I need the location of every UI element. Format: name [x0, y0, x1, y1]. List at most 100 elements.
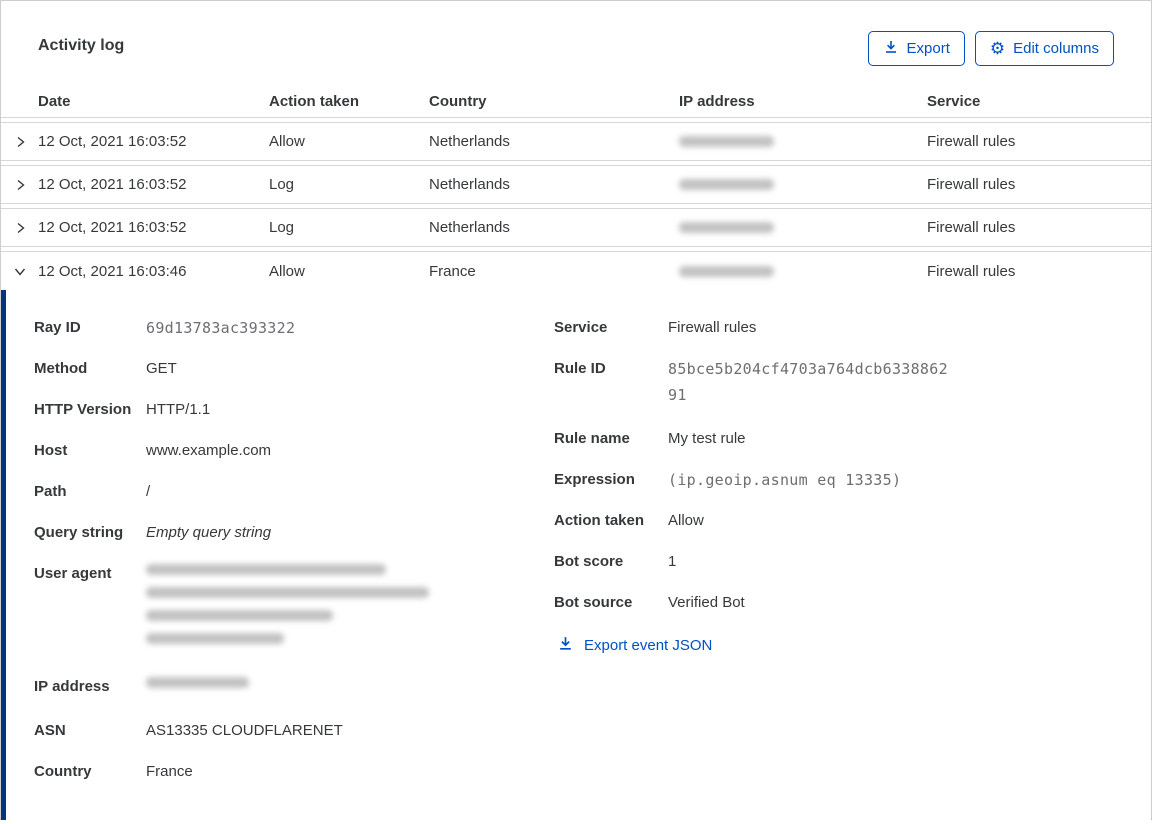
export-event-json-link[interactable]: Export event JSON	[557, 635, 712, 656]
detail-field-ip-address: IP address	[34, 677, 554, 700]
detail-field-path: Path /	[34, 482, 554, 502]
cell-service: Firewall rules	[927, 262, 1016, 280]
cell-date: 12 Oct, 2021 16:03:52	[38, 219, 187, 236]
redacted-blur	[679, 179, 774, 190]
detail-field-label: Rule ID	[554, 360, 606, 377]
detail-field-label: Path	[34, 483, 67, 500]
detail-field-label: Country	[34, 763, 92, 780]
detail-field-value: www.example.com	[146, 442, 272, 459]
detail-field-action-taken: Action taken Allow	[554, 511, 1114, 531]
cell-country: Netherlands	[429, 219, 510, 236]
toolbar: Export ⚙ Edit columns	[867, 31, 1114, 66]
detail-field-label: User agent	[34, 565, 112, 582]
download-icon	[557, 635, 574, 656]
redacted-blur	[146, 677, 249, 688]
cell-ip-address-redacted	[679, 179, 927, 190]
table-row[interactable]: 12 Oct, 2021 16:03:46 Allow France Firewall…	[1, 251, 1151, 290]
cell-action-taken: Allow	[269, 262, 305, 280]
detail-field-label: Bot source	[554, 594, 633, 611]
detail-field-label: Rule name	[554, 430, 630, 447]
export-button[interactable]: Export	[867, 31, 965, 66]
detail-field-bot-source: Bot source Verified Bot	[554, 593, 1114, 613]
detail-field-rule-id: Rule ID 85bce5b204cf4703a764dcb633886291	[554, 359, 1114, 408]
column-header-ip-address: IP address	[679, 92, 755, 110]
cell-service: Firewall rules	[927, 176, 1016, 193]
header: Activity log Export ⚙ Edit columns	[1, 1, 1151, 85]
detail-field-ray-id: Ray ID 69d13783ac393322	[34, 318, 554, 338]
detail-field-value: Allow	[668, 512, 704, 529]
detail-column-right: Service Firewall rules Rule ID 85bce5b204cf…	[554, 318, 1114, 820]
edit-columns-button[interactable]: ⚙ Edit columns	[974, 31, 1114, 66]
cell-country: Netherlands	[429, 176, 510, 193]
column-header-action-taken: Action taken	[269, 92, 360, 110]
detail-field-label: Host	[34, 442, 68, 459]
detail-field-label: IP address	[34, 678, 110, 695]
expanded-event-details: Ray ID 69d13783ac393322 Method GET HTTP Vers…	[1, 290, 1151, 820]
detail-field-label: Bot score	[554, 553, 624, 570]
activity-log-panel: Activity log Export ⚙ Edit columns Date A…	[0, 0, 1152, 820]
detail-field-value: Empty query string	[146, 524, 272, 541]
export-event-json-label: Export event JSON	[584, 637, 713, 654]
column-header-service: Service	[927, 92, 981, 110]
cell-action-taken: Log	[269, 176, 295, 193]
cell-service: Firewall rules	[927, 133, 1016, 150]
cell-service: Firewall rules	[927, 219, 1016, 236]
redacted-blur	[679, 136, 774, 147]
detail-field-label: Query string	[34, 524, 124, 541]
detail-field-value	[146, 564, 429, 656]
detail-field-label: Method	[34, 360, 88, 377]
detail-field-http-version: HTTP Version HTTP/1.1	[34, 400, 554, 420]
detail-field-method: Method GET	[34, 359, 554, 379]
detail-field-host: Host www.example.com	[34, 441, 554, 461]
cell-date: 12 Oct, 2021 16:03:52	[38, 176, 187, 193]
chevron-down-icon[interactable]	[1, 264, 38, 278]
detail-field-value: My test rule	[668, 430, 746, 447]
redacted-blur	[146, 633, 284, 644]
chevron-right-icon[interactable]	[1, 135, 38, 149]
detail-field-value: /	[146, 483, 151, 500]
table-row[interactable]: 12 Oct, 2021 16:03:52 Log Netherlands Firew…	[1, 165, 1151, 204]
detail-field-country: Country France	[34, 762, 554, 782]
chevron-right-icon[interactable]	[1, 221, 38, 235]
export-button-label: Export	[906, 40, 950, 57]
detail-field-value: Verified Bot	[668, 594, 745, 611]
edit-columns-button-label: Edit columns	[1013, 40, 1099, 57]
cell-country: France	[429, 262, 476, 280]
redacted-blur	[679, 265, 774, 277]
download-icon	[883, 39, 899, 59]
page-title: Activity log	[38, 37, 125, 54]
redacted-blur	[679, 222, 774, 233]
table-row[interactable]: 12 Oct, 2021 16:03:52 Allow Netherlands Fir…	[1, 122, 1151, 161]
cell-date: 12 Oct, 2021 16:03:46	[38, 262, 187, 280]
detail-field-bot-score: Bot score 1	[554, 552, 1114, 572]
detail-field-value: AS13335 CLOUDFLARENET	[146, 722, 343, 739]
detail-field-user-agent: User agent	[34, 564, 554, 656]
detail-field-label: Service	[554, 319, 608, 336]
chevron-right-icon[interactable]	[1, 178, 38, 192]
cell-ip-address-redacted	[679, 222, 927, 233]
detail-field-value	[146, 677, 249, 700]
redacted-blur	[146, 587, 429, 598]
detail-field-value: Firewall rules	[668, 319, 757, 336]
cell-ip-address-redacted	[679, 136, 927, 147]
cell-action-taken: Allow	[269, 133, 305, 150]
detail-field-asn: ASN AS13335 CLOUDFLARENET	[34, 721, 554, 741]
column-header-country: Country	[429, 92, 487, 110]
detail-field-expression: Expression (ip.geoip.asnum eq 13335)	[554, 470, 1114, 490]
cell-date: 12 Oct, 2021 16:03:52	[38, 133, 187, 150]
detail-field-query-string: Query string Empty query string	[34, 523, 554, 543]
detail-field-value: 85bce5b204cf4703a764dcb633886291	[668, 360, 948, 404]
redacted-blur	[146, 564, 386, 575]
table-row[interactable]: 12 Oct, 2021 16:03:52 Log Netherlands Firew…	[1, 208, 1151, 247]
table-header-row: Date Action taken Country IP address Service	[1, 85, 1151, 118]
detail-field-value: 69d13783ac393322	[146, 319, 296, 337]
detail-field-value: France	[146, 763, 193, 780]
detail-field-value: GET	[146, 360, 177, 377]
column-header-date: Date	[38, 92, 71, 110]
detail-field-service: Service Firewall rules	[554, 318, 1114, 338]
redacted-blur	[146, 610, 333, 621]
detail-field-label: Action taken	[554, 512, 645, 529]
detail-field-label: Expression	[554, 471, 635, 488]
detail-field-value: HTTP/1.1	[146, 401, 211, 418]
cell-action-taken: Log	[269, 219, 295, 236]
